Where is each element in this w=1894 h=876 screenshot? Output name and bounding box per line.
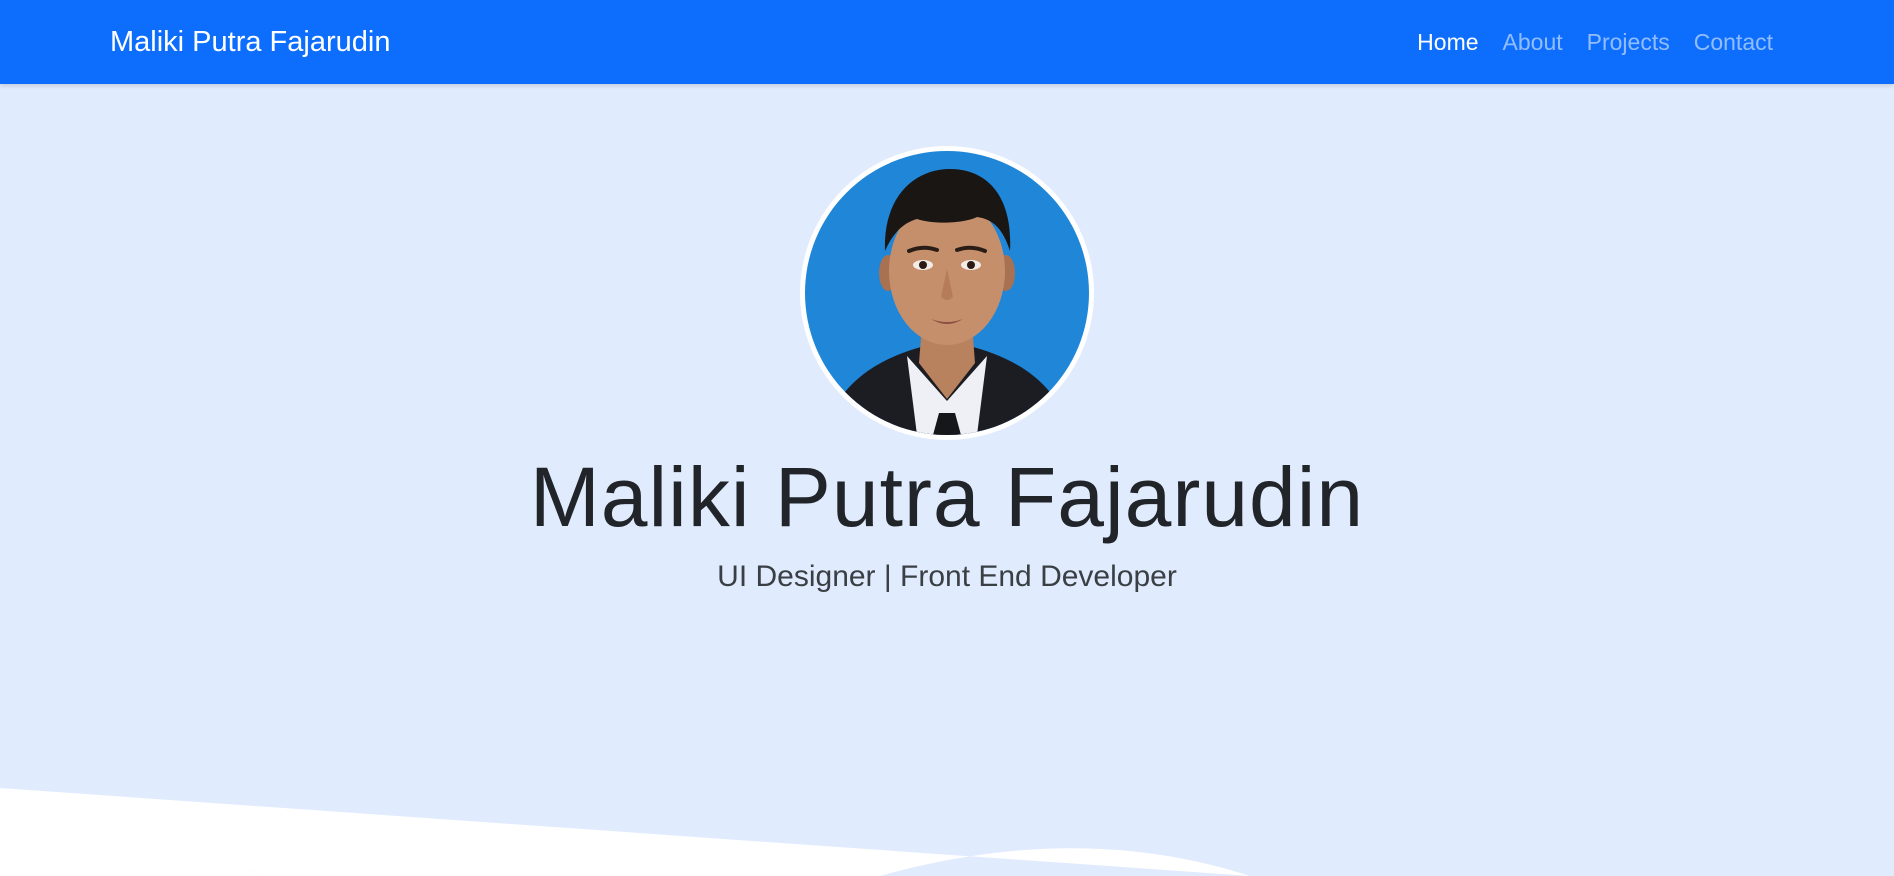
nav-link-about[interactable]: About bbox=[1503, 29, 1563, 56]
hero-title: Maliki Putra Fajarudin bbox=[529, 450, 1365, 544]
navbar-brand[interactable]: Maliki Putra Fajarudin bbox=[110, 0, 390, 84]
profile-avatar bbox=[800, 146, 1094, 440]
nav-link-projects[interactable]: Projects bbox=[1587, 29, 1670, 56]
navbar: Maliki Putra Fajarudin Home About Projec… bbox=[0, 0, 1894, 84]
nav-links: Home About Projects Contact bbox=[1417, 0, 1773, 84]
nav-link-home[interactable]: Home bbox=[1417, 29, 1478, 56]
hero-section: Maliki Putra Fajarudin UI Designer | Fro… bbox=[0, 84, 1894, 876]
profile-photo bbox=[805, 151, 1089, 435]
hero-subtitle: UI Designer | Front End Developer bbox=[717, 560, 1177, 593]
wave-divider bbox=[0, 788, 1250, 876]
nav-link-contact[interactable]: Contact bbox=[1694, 29, 1773, 56]
